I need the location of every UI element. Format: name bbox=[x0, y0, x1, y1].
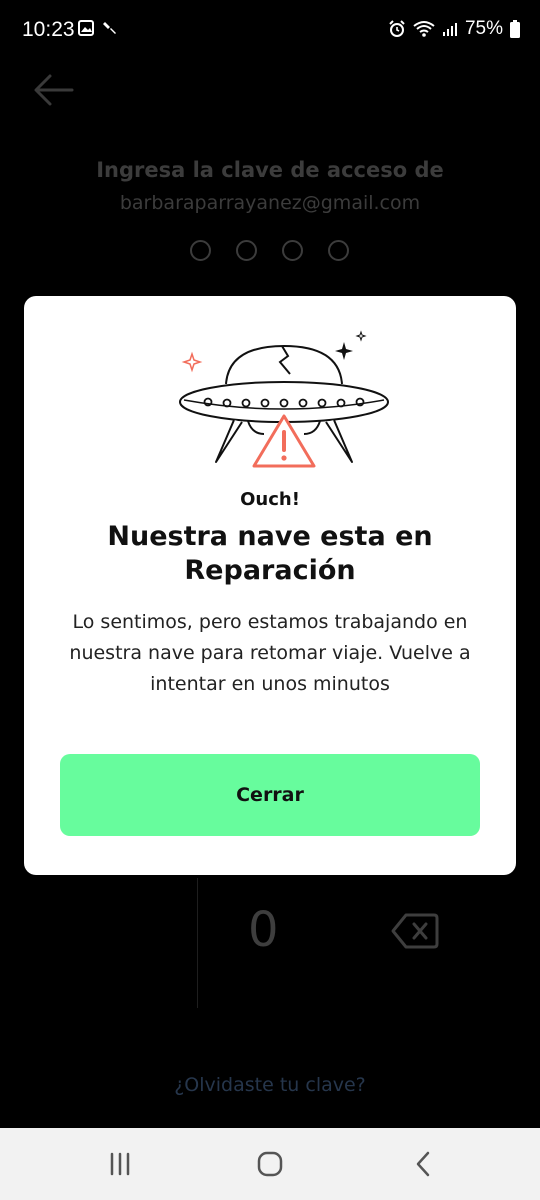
pin-dot bbox=[190, 240, 211, 261]
forgot-password-link[interactable]: ¿Olvidaste tu clave? bbox=[0, 1074, 540, 1096]
keypad-key-zero[interactable]: 0 bbox=[248, 902, 279, 958]
modal-kicker: Ouch! bbox=[240, 489, 300, 510]
sparkle-black-icon bbox=[335, 330, 367, 360]
error-modal: Ouch! Nuestra nave esta en Reparación Lo… bbox=[24, 296, 516, 875]
recent-apps-icon[interactable] bbox=[104, 1148, 136, 1180]
ufo-warning-illustration bbox=[179, 330, 389, 468]
pin-dots bbox=[190, 240, 349, 261]
pin-prompt-title: Ingresa la clave de acceso de bbox=[96, 158, 444, 182]
navigation-bar bbox=[0, 1128, 540, 1200]
pin-dot bbox=[282, 240, 303, 261]
warning-icon bbox=[252, 414, 316, 468]
backspace-icon[interactable] bbox=[390, 912, 440, 950]
modal-title: Nuestra nave esta en Reparación bbox=[107, 521, 433, 586]
close-button[interactable]: Cerrar bbox=[60, 754, 480, 836]
sparkle-red-icon bbox=[181, 351, 203, 373]
keypad-divider bbox=[197, 878, 198, 1008]
back-arrow-icon[interactable] bbox=[32, 68, 76, 112]
pin-dot bbox=[236, 240, 257, 261]
modal-message: Lo sentimos, pero estamos trabajando en … bbox=[69, 611, 471, 695]
home-icon[interactable] bbox=[254, 1148, 286, 1180]
pin-dot bbox=[328, 240, 349, 261]
screen: 10:23 75% Ingresa la clave de acceso de … bbox=[0, 0, 540, 1200]
back-icon[interactable] bbox=[408, 1148, 440, 1180]
pin-prompt-email: barbaraparrayanez@gmail.com bbox=[119, 192, 421, 214]
